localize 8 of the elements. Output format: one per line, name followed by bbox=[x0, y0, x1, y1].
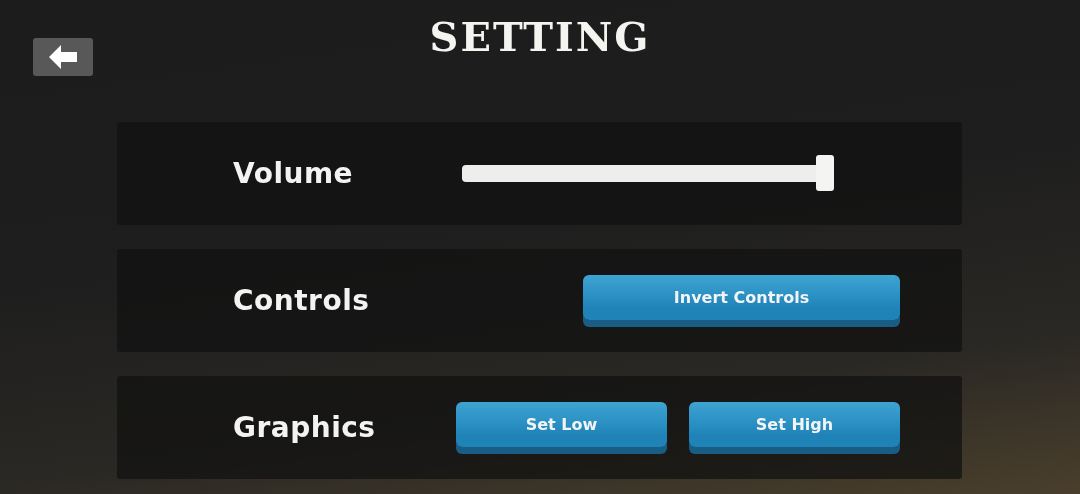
volume-slider[interactable] bbox=[462, 155, 834, 192]
back-button[interactable] bbox=[33, 38, 93, 76]
setting-label: Volume bbox=[233, 157, 354, 190]
slider-thumb[interactable] bbox=[816, 155, 834, 191]
setting-label: Graphics bbox=[233, 411, 376, 444]
left-arrow-icon bbox=[48, 44, 78, 70]
setting-label: Controls bbox=[233, 284, 370, 317]
page-title: SETTING bbox=[429, 12, 651, 62]
